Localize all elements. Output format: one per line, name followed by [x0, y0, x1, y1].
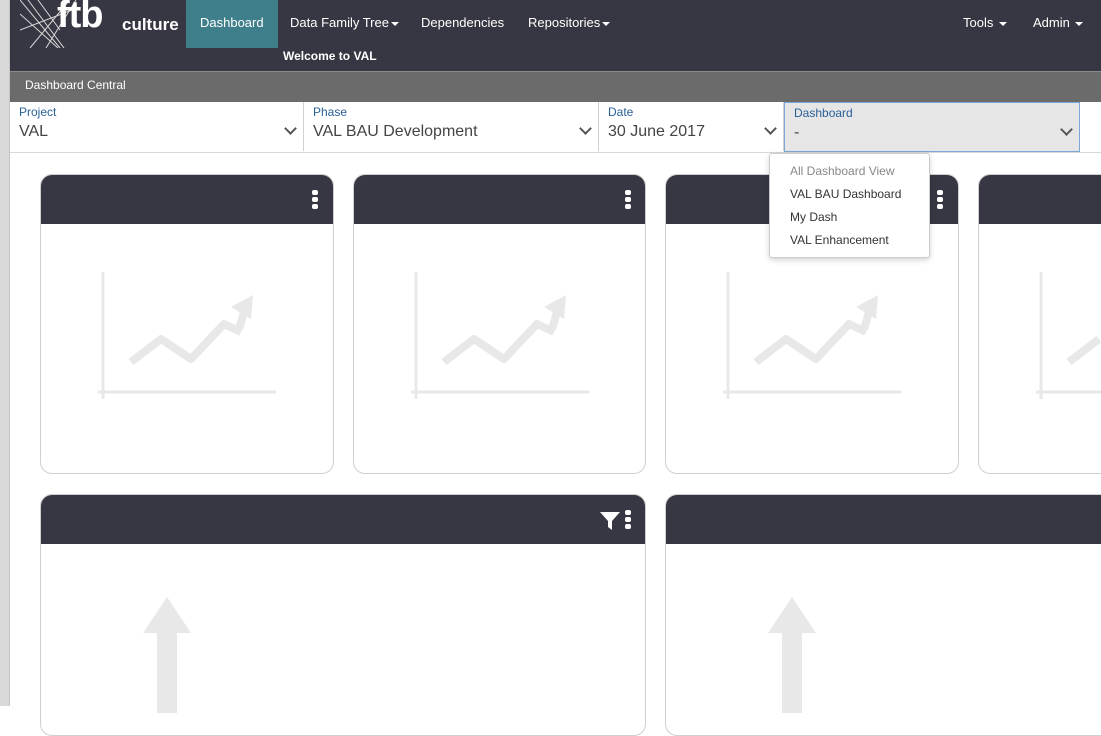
line-chart-placeholder-icon — [1036, 272, 1101, 399]
dashboard-dropdown-menu: All Dashboard View VAL BAU Dashboard My … — [769, 153, 930, 258]
kebab-menu-icon[interactable] — [625, 510, 631, 529]
nav-dependencies[interactable]: Dependencies — [421, 0, 504, 48]
kebab-menu-icon[interactable] — [312, 190, 318, 209]
filter-icon[interactable] — [600, 511, 620, 530]
widget-header — [41, 175, 333, 224]
phase-value: VAL BAU Development — [313, 123, 478, 140]
dropdown-option-my-dash[interactable]: My Dash — [790, 210, 837, 224]
up-arrow-placeholder-icon — [768, 597, 816, 713]
logo-ftb-text: ftb — [57, 0, 104, 36]
nav-data-family-tree-label: Data Family Tree — [290, 15, 389, 30]
date-select[interactable]: Date 30 June 2017 — [599, 102, 784, 151]
kebab-menu-icon[interactable] — [625, 190, 631, 209]
nav-tools-label: Tools — [963, 15, 994, 30]
caret-down-icon — [390, 21, 399, 26]
phase-select[interactable]: Phase VAL BAU Development — [304, 102, 599, 151]
kebab-menu-icon[interactable] — [937, 190, 943, 209]
welcome-text: Welcome to VAL — [283, 49, 377, 63]
dropdown-option-all-dashboard-view[interactable]: All Dashboard View — [790, 164, 895, 178]
nav-repositories[interactable]: Repositories — [528, 0, 611, 48]
dashboard-widget — [978, 174, 1101, 474]
caret-down-icon — [998, 21, 1007, 26]
caret-down-icon — [602, 21, 611, 26]
page-title: Dashboard Central — [25, 78, 126, 92]
filter-bar: Project VAL Phase VAL BAU Development Da… — [10, 102, 1101, 153]
dropdown-option-val-bau-dashboard[interactable]: VAL BAU Dashboard — [790, 187, 901, 201]
date-value: 30 June 2017 — [608, 123, 705, 140]
dashboard-widget — [353, 174, 646, 474]
dashboard-value: - — [794, 124, 800, 141]
dashboard-label: Dashboard — [794, 106, 853, 120]
dashboard-select[interactable]: Dashboard - — [784, 102, 1080, 152]
window-edge — [0, 0, 10, 706]
widget-header — [41, 495, 645, 544]
line-chart-placeholder-icon — [723, 272, 901, 399]
date-label: Date — [608, 105, 634, 119]
logo-culture-text: culture — [122, 15, 179, 34]
chevron-down-icon — [579, 122, 592, 135]
widget-header — [979, 175, 1101, 224]
line-chart-placeholder-icon — [411, 272, 589, 399]
project-label: Project — [19, 105, 57, 119]
project-value: VAL — [19, 123, 49, 140]
top-navbar: ftb culture Dashboard Data Family Tree D… — [10, 0, 1101, 71]
dashboard-widget — [40, 174, 334, 474]
widget-header — [666, 495, 1101, 544]
caret-down-icon — [1075, 21, 1084, 26]
dashboard-widget-wide — [665, 494, 1101, 736]
project-select[interactable]: Project VAL — [10, 102, 304, 151]
nav-admin-label: Admin — [1033, 15, 1070, 30]
chevron-down-icon — [764, 122, 777, 135]
dropdown-option-val-enhancement[interactable]: VAL Enhancement — [790, 233, 889, 247]
dashboard-widget-wide — [40, 494, 646, 736]
nav-dashboard[interactable]: Dashboard — [186, 0, 278, 48]
line-chart-placeholder-icon — [98, 272, 276, 399]
nav-tools[interactable]: Tools — [963, 0, 1007, 48]
chevron-down-icon — [1060, 123, 1073, 136]
up-arrow-placeholder-icon — [143, 597, 191, 713]
widget-header — [354, 175, 645, 224]
nav-dashboard-label: Dashboard — [200, 15, 264, 30]
ftb-culture-logo[interactable]: ftb culture — [20, 0, 190, 48]
nav-repositories-label: Repositories — [528, 15, 601, 30]
nav-data-family-tree[interactable]: Data Family Tree — [290, 0, 399, 48]
phase-label: Phase — [313, 105, 348, 119]
chevron-down-icon — [284, 122, 297, 135]
nav-dependencies-label: Dependencies — [421, 15, 505, 30]
nav-admin[interactable]: Admin — [1033, 0, 1084, 48]
page-subheader: Dashboard Central — [10, 71, 1101, 103]
